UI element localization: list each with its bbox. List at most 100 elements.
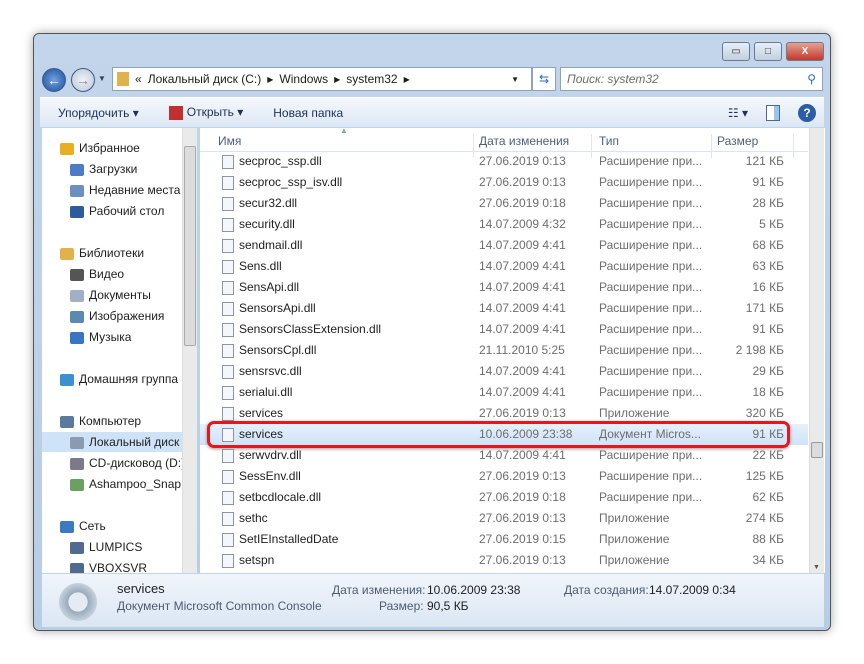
sidebar-item-icon — [70, 541, 84, 554]
file-date: 14.07.2009 4:41 — [479, 301, 566, 315]
breadcrumb-system32[interactable]: system32 — [346, 72, 397, 86]
search-input[interactable]: Поиск: system32 ⚲ — [560, 67, 823, 91]
file-name: serialui.dll — [239, 385, 293, 399]
column-date[interactable]: Дата изменения — [479, 134, 569, 148]
file-row[interactable]: setspn 27.06.2019 0:13 Приложение 34 КБ — [200, 550, 808, 571]
file-name: SensorsApi.dll — [239, 301, 316, 315]
forward-button[interactable]: → — [71, 68, 95, 92]
help-button[interactable]: ? — [798, 103, 816, 122]
sidebar-item[interactable]: Документы — [42, 285, 182, 305]
back-button[interactable]: ← — [42, 68, 66, 92]
file-size: 274 КБ — [745, 511, 784, 525]
sidebar-item[interactable]: Локальный диск (C:) — [42, 432, 182, 452]
sidebar-item-label: Музыка — [89, 330, 132, 344]
sidebar-item[interactable]: Избранное — [42, 138, 182, 158]
sidebar-item-icon — [60, 247, 74, 260]
sidebar-item[interactable]: Музыка — [42, 327, 182, 347]
view-options-button[interactable]: ☷ ▾ — [728, 106, 748, 120]
search-icon[interactable]: ⚲ — [807, 72, 816, 86]
organize-button[interactable]: Упорядочить ▾ — [58, 106, 139, 120]
file-date: 21.11.2010 5:25 — [479, 343, 565, 357]
sidebar-scrollbar[interactable] — [182, 128, 197, 573]
app-icon — [222, 407, 234, 421]
breadcrumb-windows[interactable]: Windows — [279, 72, 328, 86]
file-row[interactable]: SensorsApi.dll 14.07.2009 4:41 Расширение … — [200, 298, 808, 319]
dll-file-icon — [222, 323, 234, 337]
chevron-right-icon[interactable]: ▶ — [404, 75, 410, 84]
minimize-button[interactable]: ▭ — [722, 42, 750, 61]
sidebar-item[interactable]: Загрузки — [42, 159, 182, 179]
file-row[interactable]: sendmail.dll 14.07.2009 4:41 Расширение пр… — [200, 235, 808, 256]
file-row[interactable]: SensApi.dll 14.07.2009 4:41 Расширение при… — [200, 277, 808, 298]
file-row[interactable]: security.dll 14.07.2009 4:32 Расширение пр… — [200, 214, 808, 235]
sidebar-item[interactable]: Компьютер — [42, 411, 182, 431]
file-name: SetIEInstalledDate — [239, 532, 339, 546]
file-row[interactable]: SetIEInstalledDate 27.06.2019 0:15 Приложе… — [200, 529, 808, 550]
sidebar-item[interactable]: Недавние места — [42, 180, 182, 200]
file-date: 27.06.2019 0:15 — [479, 532, 566, 546]
file-date: 14.07.2009 4:41 — [479, 238, 566, 252]
preview-pane-button[interactable] — [766, 104, 780, 121]
file-row[interactable]: secproc_ssp_isv.dll 27.06.2019 0:13 Расшир… — [200, 172, 808, 193]
file-type: Приложение — [599, 511, 670, 525]
recent-pages-dropdown[interactable]: ▼ — [98, 74, 106, 83]
open-icon — [168, 105, 183, 120]
column-type[interactable]: Тип — [599, 134, 619, 148]
file-row[interactable]: setbcdlocale.dll 27.06.2019 0:18 Расширени… — [200, 487, 808, 508]
file-list-scroll-thumb[interactable] — [811, 442, 823, 458]
maximize-button[interactable]: □ — [754, 42, 782, 61]
open-button[interactable]: Открыть ▾ — [168, 105, 243, 120]
sidebar-item-icon — [70, 478, 84, 491]
file-row[interactable]: secproc_ssp.dll 27.06.2019 0:13 Расширение… — [200, 151, 808, 172]
sidebar-item-icon — [60, 142, 74, 155]
file-row[interactable]: sethc 27.06.2019 0:13 Приложение 274 КБ — [200, 508, 808, 529]
file-size: 121 КБ — [745, 154, 784, 168]
sidebar-item[interactable]: CD-дисковод (D:) — [42, 453, 182, 473]
file-row[interactable]: sensrsvc.dll 14.07.2009 4:41 Расширение пр… — [200, 361, 808, 382]
file-row[interactable]: SensorsClassExtension.dll 14.07.2009 4:41… — [200, 319, 808, 340]
sidebar-item[interactable]: Изображения — [42, 306, 182, 326]
sidebar-item[interactable]: Домашняя группа — [42, 369, 182, 389]
sidebar-item[interactable]: VBOXSVR — [42, 558, 182, 573]
dll-file-icon — [222, 155, 234, 169]
file-size: 68 КБ — [752, 238, 784, 252]
sidebar-item-icon — [70, 457, 84, 470]
file-row[interactable]: serwvdrv.dll 14.07.2009 4:41 Расширение пр… — [200, 445, 808, 466]
file-type: Расширение при... — [599, 490, 703, 504]
sidebar-item[interactable]: Библиотеки — [42, 243, 182, 263]
column-name[interactable]: Имя — [218, 134, 241, 148]
sidebar-item[interactable]: Видео — [42, 264, 182, 284]
chevron-right-icon[interactable]: ▶ — [334, 75, 340, 84]
sidebar-item[interactable]: LUMPICS — [42, 537, 182, 557]
new-folder-button[interactable]: Новая папка — [273, 106, 343, 120]
sidebar-item-label: LUMPICS — [89, 540, 143, 554]
file-date: 14.07.2009 4:41 — [479, 322, 566, 336]
chevron-right-icon[interactable]: ▶ — [267, 75, 273, 84]
refresh-button[interactable]: ⇆ — [532, 67, 556, 91]
breadcrumb-local-disk[interactable]: Локальный диск (C:) — [148, 72, 262, 86]
file-size: 29 КБ — [752, 364, 784, 378]
file-date: 14.07.2009 4:41 — [479, 280, 566, 294]
file-row[interactable]: secur32.dll 27.06.2019 0:18 Расширение при… — [200, 193, 808, 214]
file-type: Расширение при... — [599, 217, 703, 231]
file-row[interactable]: Sens.dll 14.07.2009 4:41 Расширение при...… — [200, 256, 808, 277]
close-button[interactable]: X — [786, 42, 824, 61]
scroll-down-arrow[interactable]: ▼ — [813, 564, 820, 571]
file-row[interactable]: SessEnv.dll 27.06.2019 0:13 Расширение при… — [200, 466, 808, 487]
file-list-scrollbar[interactable]: ▼ — [809, 128, 824, 573]
column-header-row: Имя ▲ Дата изменения Тип Размер — [200, 128, 808, 158]
column-size[interactable]: Размер — [717, 134, 758, 148]
sidebar-scroll-thumb[interactable] — [184, 146, 196, 346]
sidebar-item[interactable]: Рабочий стол — [42, 201, 182, 221]
address-bar[interactable]: « Локальный диск (C:) ▶ Windows ▶ system32… — [112, 67, 532, 91]
file-row[interactable]: SensorsCpl.dll 21.11.2010 5:25 Расширение … — [200, 340, 808, 361]
file-type: Расширение при... — [599, 259, 703, 273]
file-row[interactable]: serialui.dll 14.07.2009 4:41 Расширение пр… — [200, 382, 808, 403]
sidebar-item[interactable]: Сеть — [42, 516, 182, 536]
file-row[interactable]: services 10.06.2009 23:38 Документ Micros.… — [200, 421, 808, 448]
file-name: sethc — [239, 511, 268, 525]
details-size: 90,5 КБ — [427, 599, 469, 613]
sidebar-item[interactable]: Ashampoo_Snap — [42, 474, 182, 494]
address-dropdown[interactable]: ▼ — [511, 75, 519, 84]
breadcrumb-overflow[interactable]: « — [135, 72, 142, 86]
